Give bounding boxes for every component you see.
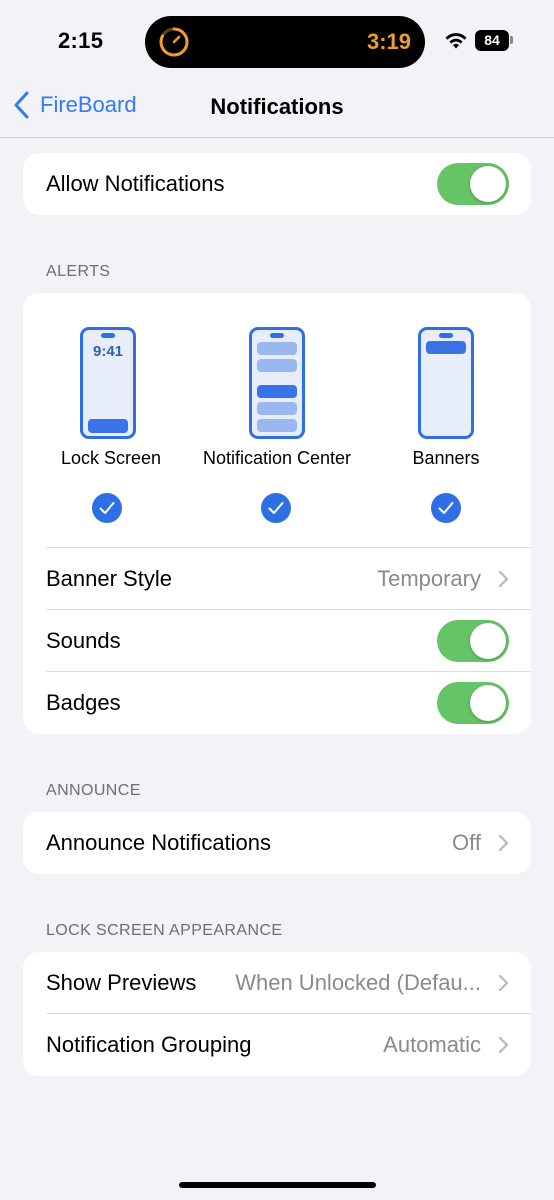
show-previews-row[interactable]: Show Previews When Unlocked (Defau... xyxy=(23,952,531,1014)
announce-card: Announce Notifications Off xyxy=(23,812,531,874)
phone-notch xyxy=(439,333,453,338)
notification-center-phone-icon xyxy=(249,327,305,439)
announce-notifications-label: Announce Notifications xyxy=(46,830,272,855)
show-previews-value: When Unlocked (Defau... xyxy=(235,970,481,995)
status-time: 2:15 xyxy=(58,28,104,53)
lock-screen-phone-icon: 9:41 xyxy=(80,327,136,439)
notification-grouping-row[interactable]: Notification Grouping Automatic xyxy=(23,1014,531,1076)
notification-grouping-label: Notification Grouping xyxy=(46,1032,252,1057)
timer-icon xyxy=(159,27,189,57)
toggle-knob xyxy=(470,623,506,659)
notification-bar xyxy=(257,419,297,432)
banners-checkmark-icon[interactable] xyxy=(431,493,461,523)
banners-label: Banners xyxy=(412,448,480,468)
notification-bar xyxy=(257,342,297,355)
lock-screen-appearance-card: Show Previews When Unlocked (Defau... No… xyxy=(23,952,531,1076)
alert-option-notification-center[interactable]: Notification Center xyxy=(192,293,362,543)
announce-section-header: ANNOUNCE xyxy=(46,782,141,799)
island-timer-value: 3:19 xyxy=(366,29,411,54)
notification-grouping-value: Automatic xyxy=(383,1032,481,1057)
sounds-row: Sounds xyxy=(23,610,531,672)
notification-bar xyxy=(257,402,297,415)
notification-center-checkmark-icon[interactable] xyxy=(261,493,291,523)
navigation-bar: FireBoard Notifications xyxy=(0,84,554,138)
phone-notch xyxy=(101,333,115,338)
page-title: Notifications xyxy=(210,94,344,119)
toggle-knob xyxy=(470,685,506,721)
banner-style-label: Banner Style xyxy=(46,566,172,591)
home-indicator[interactable] xyxy=(179,1182,376,1188)
status-bar: 2:15 3:19 84 xyxy=(0,0,554,84)
announce-notifications-value: Off xyxy=(452,830,481,855)
allow-notifications-card: Allow Notifications xyxy=(23,153,531,215)
lock-screen-appearance-section-header: LOCK SCREEN APPEARANCE xyxy=(46,922,283,939)
banner-style-value: Temporary xyxy=(377,566,481,591)
chevron-right-icon xyxy=(498,834,509,852)
alert-option-banners[interactable]: Banners xyxy=(361,293,531,543)
chevron-right-icon xyxy=(498,974,509,992)
sounds-toggle[interactable] xyxy=(437,620,509,662)
allow-notifications-row: Allow Notifications xyxy=(23,153,531,215)
lock-screen-checkmark-icon[interactable] xyxy=(92,493,122,523)
allow-notifications-label: Allow Notifications xyxy=(46,171,225,196)
sounds-label: Sounds xyxy=(46,628,121,653)
badges-label: Badges xyxy=(46,690,121,715)
dynamic-island[interactable]: 3:19 xyxy=(145,16,425,68)
badges-toggle[interactable] xyxy=(437,682,509,724)
alert-option-lock-screen[interactable]: 9:41 Lock Screen xyxy=(23,293,193,543)
chevron-right-icon xyxy=(498,570,509,588)
show-previews-label: Show Previews xyxy=(46,970,197,995)
badges-row: Badges xyxy=(23,672,531,734)
lock-screen-clock: 9:41 xyxy=(92,343,124,360)
chevron-right-icon xyxy=(498,1036,509,1054)
banner-bar xyxy=(426,341,466,354)
battery-nub xyxy=(510,36,513,44)
allow-notifications-toggle[interactable] xyxy=(437,163,509,205)
alerts-section-header: ALERTS xyxy=(46,263,111,280)
phone-notch xyxy=(270,333,284,338)
announce-notifications-row[interactable]: Announce Notifications Off xyxy=(23,812,531,874)
banner-style-row[interactable]: Banner Style Temporary xyxy=(23,548,531,610)
notification-bar xyxy=(88,419,128,433)
notification-bar xyxy=(257,385,297,398)
notification-bar xyxy=(257,359,297,372)
toggle-knob xyxy=(470,166,506,202)
alerts-card: 9:41 Lock Screen Notification Center Ban… xyxy=(23,293,531,734)
wifi-icon xyxy=(445,33,467,49)
banners-phone-icon xyxy=(418,327,474,439)
battery-indicator: 84 xyxy=(475,30,509,51)
